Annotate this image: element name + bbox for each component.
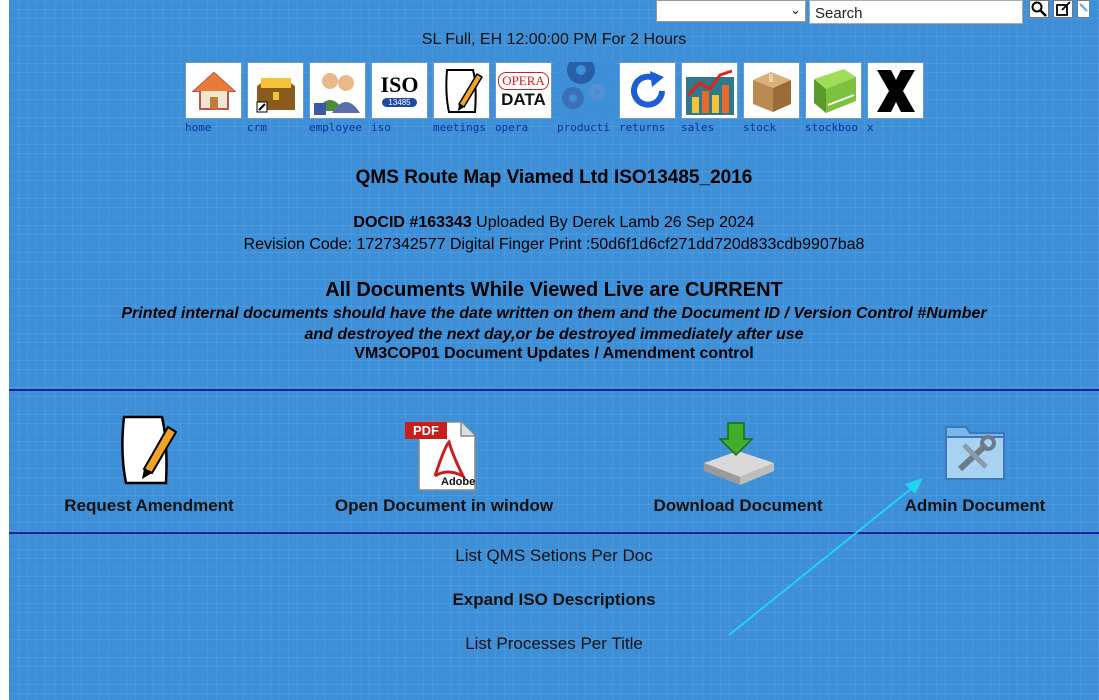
- notepad-icon[interactable]: [433, 62, 490, 119]
- divider-top: [9, 389, 1099, 391]
- top-toolbar: ⌄ Search: [656, 0, 1099, 24]
- search-input[interactable]: Search: [809, 0, 1023, 24]
- nav-label: x: [867, 121, 874, 134]
- print-notice: Printed internal documents should have t…: [9, 303, 1099, 345]
- nav-item-stockbook[interactable]: stockboo: [805, 62, 865, 134]
- current-documents-heading: All Documents While Viewed Live are CURR…: [325, 279, 783, 301]
- nav-label: crm: [247, 121, 267, 134]
- collapse-icon[interactable]: [1077, 0, 1089, 18]
- print-notice-line2: and destroyed the next day,or be destroy…: [304, 326, 804, 343]
- pdf-icon-label: PDF: [405, 422, 447, 439]
- nav-item-stock[interactable]: stock: [743, 62, 803, 134]
- amendment-control-line: VM3COP01 Document Updates / Amendment co…: [354, 345, 754, 362]
- nav-label: stockboo: [805, 121, 858, 134]
- iso-icon-text: ISO: [380, 72, 419, 97]
- nav-label: meetings: [433, 121, 486, 134]
- annotation-arrow: [728, 478, 923, 636]
- opera-data-icon[interactable]: OPERA DATA: [495, 62, 552, 119]
- nav-item-meetings[interactable]: meetings: [433, 62, 493, 134]
- doc-id-line: DOCID #163343 Uploaded By Derek Lamb 26 …: [9, 214, 1099, 232]
- action-label: Open Document in window: [334, 496, 554, 515]
- request-amendment-button[interactable]: Request Amendment: [49, 412, 249, 516]
- iso-icon[interactable]: ISO 13485: [371, 62, 428, 119]
- nav-label: opera: [495, 121, 529, 134]
- book-icon[interactable]: [805, 62, 862, 119]
- x-icon[interactable]: [867, 62, 924, 119]
- nav-item-iso[interactable]: ISO 13485 iso: [371, 62, 431, 134]
- print-notice-line1: Printed internal documents should have t…: [121, 305, 987, 322]
- nav-item-production[interactable]: producti: [557, 62, 617, 134]
- nav-item-employee[interactable]: employee: [309, 62, 369, 134]
- open-document-button[interactable]: PDF Adobe Open Document in window: [309, 412, 579, 516]
- page: ⌄ Search SL Full, EH 12:00:00 PM For 2 H…: [9, 0, 1099, 700]
- gears-icon[interactable]: [557, 62, 614, 119]
- treasure-chest-icon[interactable]: [247, 62, 304, 119]
- nav-item-crm[interactable]: crm: [247, 62, 307, 134]
- nav-label: stock: [743, 121, 777, 134]
- nav-label: home: [185, 121, 212, 134]
- nav-label: iso: [371, 121, 391, 134]
- nav-item-opera[interactable]: OPERA DATA opera: [495, 62, 555, 134]
- nav-label: employee: [309, 121, 362, 134]
- refresh-icon[interactable]: [619, 62, 676, 119]
- doc-id: DOCID #163343: [353, 214, 472, 231]
- pdf-icon[interactable]: PDF Adobe: [405, 416, 483, 492]
- notepad-pencil-icon[interactable]: [116, 413, 182, 492]
- search-icon[interactable]: [1029, 0, 1049, 18]
- chart-icon[interactable]: [681, 62, 738, 119]
- revision-line: Revision Code: 1727342577 Digital Finger…: [243, 236, 865, 253]
- nav-item-returns[interactable]: returns: [619, 62, 679, 134]
- action-label: Request Amendment: [64, 496, 234, 515]
- upload-info: Uploaded By Derek Lamb 26 Sep 2024: [476, 214, 755, 231]
- nav-label: returns: [619, 121, 666, 134]
- opera-icon-subtext: DATA: [501, 89, 546, 109]
- people-icon[interactable]: [309, 62, 366, 119]
- category-select[interactable]: ⌄: [656, 0, 806, 22]
- nav-item-sales[interactable]: sales: [681, 62, 741, 134]
- opera-icon-text: OPERA: [498, 71, 549, 90]
- nav-label: producti: [557, 121, 610, 134]
- nav-item-x[interactable]: x: [867, 62, 927, 134]
- nav-item-home[interactable]: home: [185, 62, 245, 134]
- house-icon[interactable]: [185, 62, 242, 119]
- status-text: SL Full, EH 12:00:00 PM For 2 Hours: [421, 31, 687, 48]
- tools-folder-icon[interactable]: [938, 417, 1012, 492]
- nav-label: sales: [681, 121, 715, 134]
- box-icon[interactable]: [743, 62, 800, 119]
- chevron-down-icon: ⌄: [790, 2, 801, 17]
- pdf-icon-brand: Adobe: [441, 476, 476, 488]
- iso-icon-subtext: 13485: [382, 98, 417, 107]
- page-title: QMS Route Map Viamed Ltd ISO13485_2016: [355, 167, 753, 188]
- external-link-icon[interactable]: [1053, 0, 1073, 18]
